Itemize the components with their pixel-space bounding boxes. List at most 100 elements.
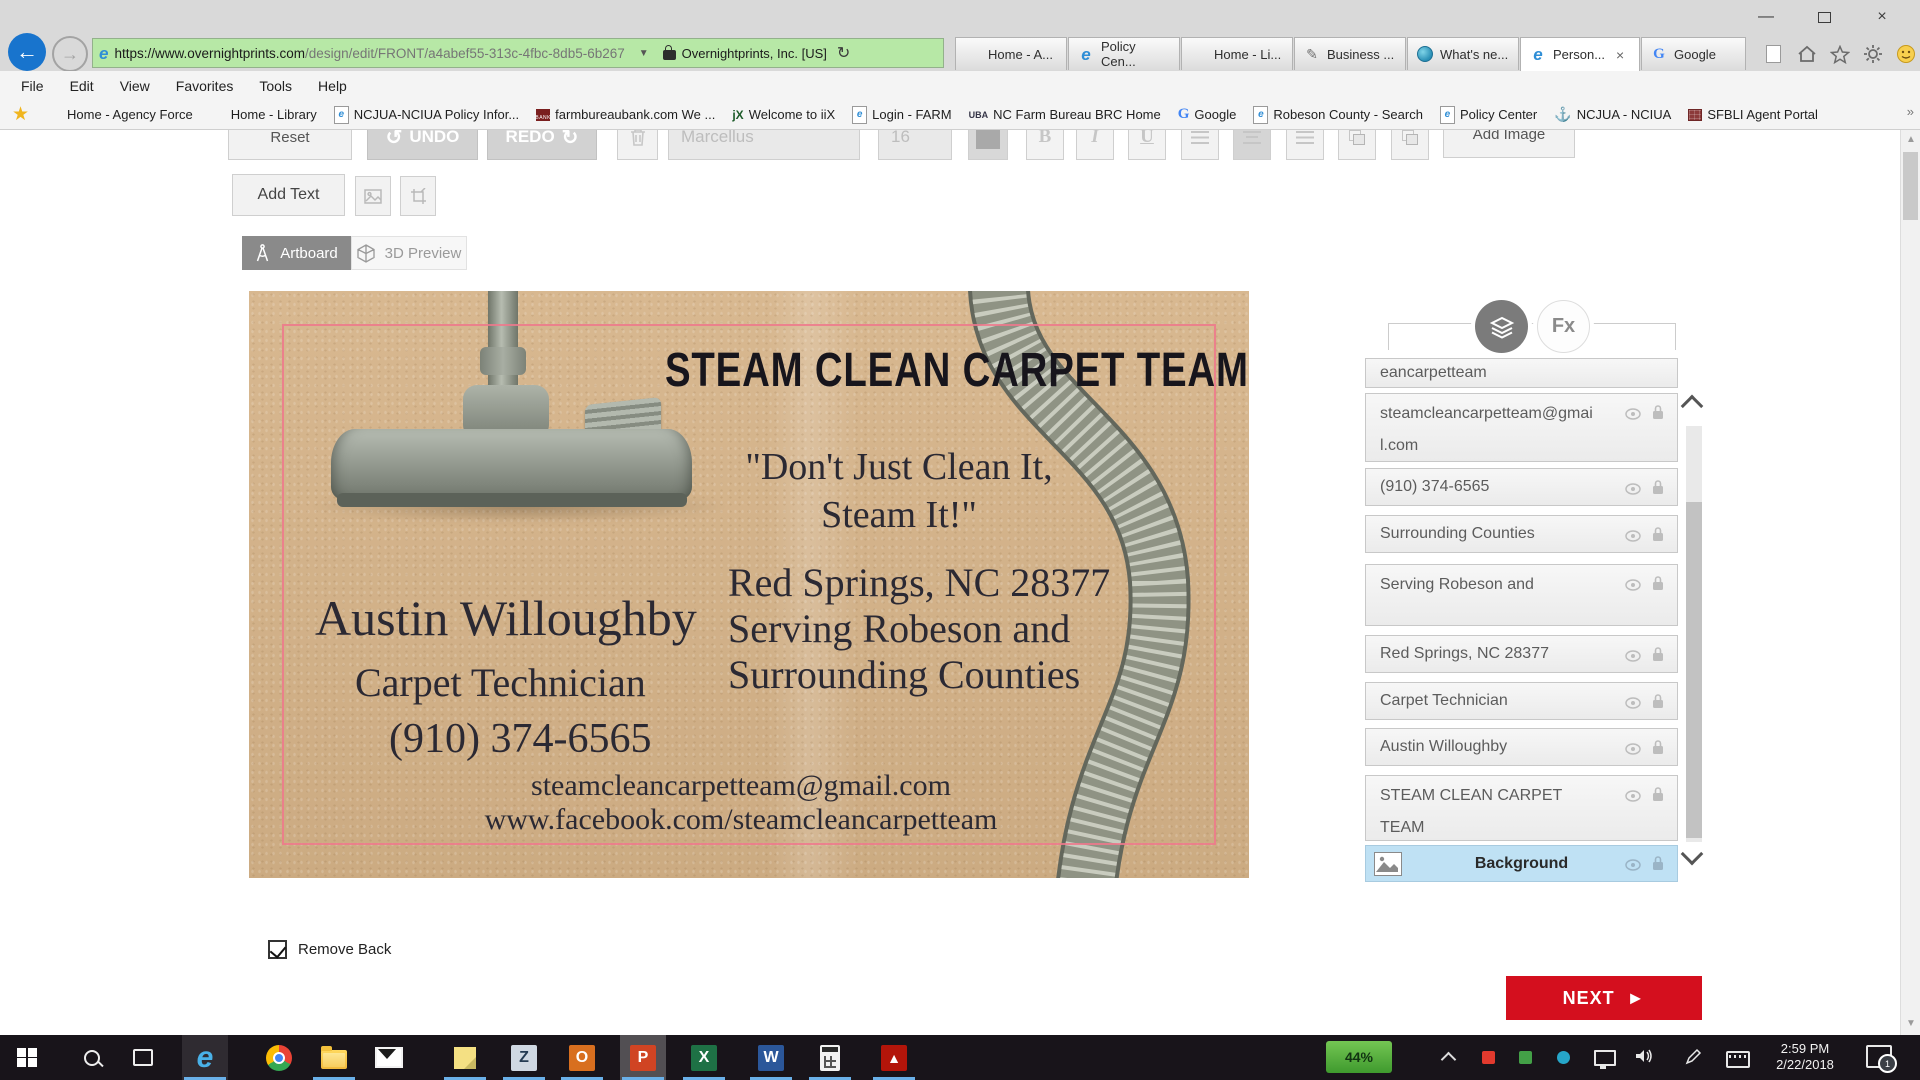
font-family-select[interactable]: Marcellus [668,130,860,160]
window-restore-button[interactable] [1800,2,1848,32]
underline-button[interactable]: U [1128,130,1166,160]
tray-teal-app-icon[interactable] [1557,1051,1570,1064]
scrollbar-thumb[interactable] [1903,152,1918,220]
taskbar-chrome[interactable] [256,1035,302,1080]
layer-item[interactable]: Surrounding Counties [1365,515,1678,553]
window-minimize-button[interactable]: — [1742,2,1790,32]
refresh-icon[interactable]: ↻ [837,43,850,63]
favorite-robeson-county[interactable]: eRobeson County - Search [1253,106,1423,124]
tab-close-icon[interactable]: × [1616,47,1624,63]
favorite-home-agency-force[interactable]: Home - Agency Force [46,107,193,123]
layers-scroll-down-icon[interactable] [1681,843,1704,866]
undo-button[interactable]: ↺UNDO [367,130,478,160]
favorites-star-icon[interactable]: ★ [12,105,29,124]
effects-tab-button[interactable]: Fx [1537,300,1590,353]
card-facebook-text[interactable]: www.facebook.com/steamcleancarpetteam [409,803,1073,837]
card-name-text[interactable]: Austin Willoughby [315,589,697,647]
tab-home-a[interactable]: Home - A... [955,37,1067,70]
menu-tools[interactable]: Tools [246,78,305,94]
favorite-ncjua-nciua[interactable]: ⚓NCJUA - NCIUA [1554,106,1671,123]
lock-icon[interactable] [1651,786,1665,802]
card-title-text[interactable]: STEAM CLEAN CARPET TEAM [665,343,1129,398]
taskbar-clock[interactable]: 2:59 PM 2/22/2018 [1758,1041,1852,1073]
layer-item[interactable]: Carpet Technician [1365,682,1678,720]
taskbar-file-explorer[interactable] [311,1035,357,1080]
align-right-button[interactable] [1286,130,1324,160]
lock-icon[interactable] [1651,575,1665,591]
add-text-button[interactable]: Add Text [232,174,345,216]
card-phone-text[interactable]: (910) 374-6565 [389,715,651,763]
visibility-eye-icon[interactable] [1625,857,1641,873]
tab-home-li[interactable]: Home - Li... [1181,37,1293,70]
task-view-button[interactable] [120,1035,166,1080]
card-role-text[interactable]: Carpet Technician [355,659,646,706]
tab-3d-preview[interactable]: 3D Preview [351,236,467,270]
font-size-select[interactable]: 16 [878,130,952,160]
taskbar-sticky-notes[interactable] [442,1035,488,1080]
scroll-down-icon[interactable]: ▼ [1906,1018,1916,1029]
tab-policy-center[interactable]: e Policy Cen... [1068,37,1180,70]
taskbar-internet-explorer[interactable]: e [182,1035,228,1080]
visibility-eye-icon[interactable] [1625,481,1641,497]
card-email-text[interactable]: steamcleancarpetteam@gmail.com [409,769,1073,803]
start-button[interactable] [4,1035,50,1080]
business-card-canvas[interactable]: STEAM CLEAN CARPET TEAM "Don't Just Clea… [249,291,1249,878]
menu-edit[interactable]: Edit [57,78,107,94]
taskbar-zix[interactable]: Z [501,1035,547,1080]
tab-personalize-active[interactable]: e Person... × [1520,37,1640,71]
home-button[interactable] [1794,42,1820,66]
tab-whats-new[interactable]: What's ne... [1407,37,1519,70]
send-backward-button[interactable] [1391,130,1429,160]
visibility-eye-icon[interactable] [1625,577,1641,593]
favorite-home-library[interactable]: Home - Library [210,107,317,123]
tray-volume-icon[interactable] [1634,1047,1654,1065]
layer-item[interactable]: steamcleancarpetteam@gmail.com [1365,393,1678,462]
favorite-farmbureaubank[interactable]: BANKfarmbureaubank.com We ... [536,107,715,122]
taskbar-powerpoint[interactable]: P [620,1035,666,1080]
layer-item[interactable]: Austin Willoughby [1365,728,1678,766]
layer-item[interactable]: Red Springs, NC 28377 [1365,635,1678,673]
scroll-up-icon[interactable]: ▲ [1906,134,1916,145]
favorite-welcome-iix[interactable]: jXWelcome to iiX [732,107,835,122]
menu-file[interactable]: File [8,78,57,94]
favorite-ncjua-policy[interactable]: eNCJUA-NCIUA Policy Infor... [334,106,519,124]
tab-artboard[interactable]: Artboard [242,236,351,270]
tray-show-hidden-icons[interactable] [1443,1049,1454,1065]
taskbar-outlook[interactable]: O [559,1035,605,1080]
action-center-button[interactable]: 1 [1866,1045,1892,1068]
back-button[interactable]: ← [8,33,46,71]
card-serving-line1[interactable]: Serving Robeson and [728,605,1070,652]
visibility-eye-icon[interactable] [1625,406,1641,422]
crop-tool-button[interactable] [400,176,436,216]
taskbar-word[interactable]: W [748,1035,794,1080]
remove-back-checkbox[interactable] [268,940,287,959]
taskbar-mail[interactable] [366,1035,412,1080]
taskbar-adobe-reader[interactable]: ▲ [871,1035,917,1080]
tray-green-app-icon[interactable] [1519,1051,1532,1064]
lock-icon[interactable] [1651,479,1665,495]
address-bar[interactable]: e https://www.overnightprints.com/design… [92,38,944,68]
menu-help[interactable]: Help [305,78,360,94]
favorite-nc-farm-bureau[interactable]: UBANC Farm Bureau BRC Home [969,107,1161,122]
layer-item[interactable]: eancarpetteam [1365,358,1678,388]
menu-view[interactable]: View [107,78,163,94]
favorite-sfbli[interactable]: SFBLI Agent Portal [1688,107,1818,122]
taskbar-search-button[interactable] [69,1035,115,1080]
italic-button[interactable]: I [1076,130,1114,160]
lock-icon[interactable] [1651,855,1665,871]
layer-item[interactable]: STEAM CLEAN CARPET TEAM [1365,775,1678,841]
image-tool-button[interactable] [355,176,391,216]
feedback-button[interactable] [1893,42,1919,66]
card-tagline-text[interactable]: "Don't Just Clean It, Steam It!" [669,443,1129,539]
lock-icon[interactable] [1651,739,1665,755]
browser-scrollbar[interactable]: ▲ ▼ [1900,130,1920,1035]
favorites-overflow-chevron[interactable]: » [1907,104,1914,119]
site-identity[interactable]: Overnightprints, Inc. [US] [682,46,827,61]
redo-button[interactable]: REDO↻ [487,130,597,160]
next-button[interactable]: NEXT ► [1506,976,1702,1020]
visibility-eye-icon[interactable] [1625,648,1641,664]
address-dropdown-icon[interactable]: ▼ [639,48,649,59]
settings-button[interactable] [1860,42,1886,66]
url-text[interactable]: https://www.overnightprints.com/design/e… [114,46,624,61]
add-image-button[interactable]: Add Image [1443,130,1575,158]
